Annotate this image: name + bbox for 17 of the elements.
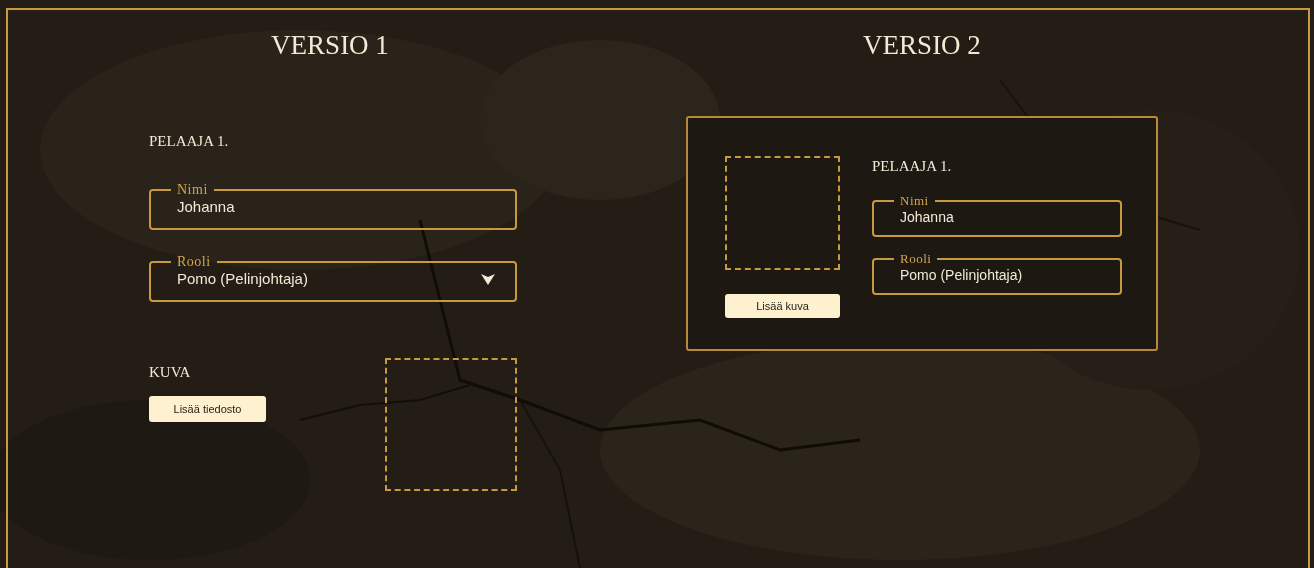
- version-title: VERSIO 2: [862, 30, 982, 61]
- chevron-down-icon: [481, 272, 495, 285]
- text-field[interactable]: Nimi Johanna: [149, 182, 517, 230]
- field-label: Nimi: [176, 182, 209, 198]
- field-label: Rooli: [176, 254, 212, 270]
- field-label: Rooli: [899, 251, 933, 267]
- field-label: Nimi: [899, 193, 930, 209]
- image-dropzone[interactable]: [385, 358, 517, 491]
- image-dropzone[interactable]: [725, 156, 840, 270]
- version-title: VERSIO 1: [270, 30, 390, 61]
- text-field[interactable]: Rooli Pomo (Pelinjohtaja): [872, 251, 1122, 295]
- section-heading: PELAAJA 1.: [149, 133, 230, 150]
- upload-button[interactable]: Lisää tiedosto: [149, 396, 266, 422]
- upload-button[interactable]: Lisää kuva: [725, 294, 840, 318]
- section-heading: PELAAJA 1.: [872, 158, 953, 175]
- section-heading: KUVA: [149, 364, 192, 381]
- dropdown[interactable]: Rooli Pomo (Pelinjohtaja): [149, 254, 517, 302]
